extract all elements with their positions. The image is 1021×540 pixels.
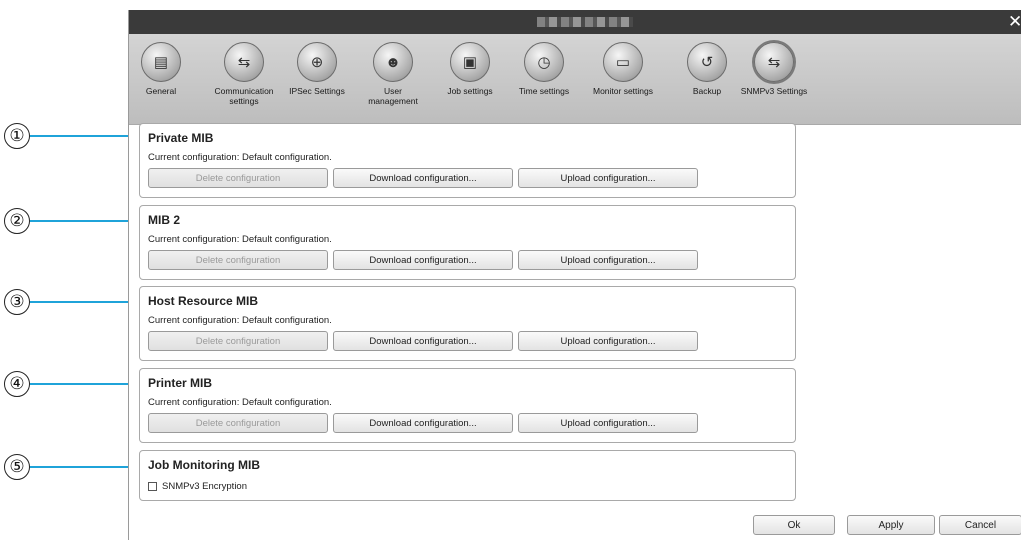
download-configuration-button[interactable]: Download configuration...: [333, 168, 513, 188]
delete-configuration-button[interactable]: Delete configuration: [148, 168, 328, 188]
tool-communication-settings[interactable]: ⇆ Communication settings: [204, 42, 284, 106]
tool-snmpv3-settings[interactable]: ⇆ SNMPv3 Settings: [734, 42, 814, 96]
delete-configuration-button[interactable]: Delete configuration: [148, 413, 328, 433]
cancel-button[interactable]: Cancel: [939, 515, 1021, 535]
current-configuration-text: Current configuration: Default configura…: [148, 234, 332, 245]
download-configuration-button[interactable]: Download configuration...: [333, 413, 513, 433]
current-configuration-text: Current configuration: Default configura…: [148, 315, 332, 326]
close-icon[interactable]: ✕: [1008, 12, 1021, 32]
tool-user-management[interactable]: ☻ User management: [353, 42, 433, 106]
tool-general[interactable]: ▤ General: [121, 42, 201, 96]
panel-title: Job Monitoring MIB: [148, 458, 260, 472]
general-icon: ▤: [141, 42, 181, 82]
callout-1: ①: [4, 123, 30, 149]
panel-title: Private MIB: [148, 131, 214, 145]
tool-monitor-settings[interactable]: ▭ Monitor settings: [583, 42, 663, 96]
title-bar: ✕: [129, 10, 1021, 34]
panel-title: MIB 2: [148, 213, 181, 227]
tool-time-settings[interactable]: ◷ Time settings: [504, 42, 584, 96]
snmpv3-encryption-checkbox[interactable]: [148, 482, 157, 491]
callout-line-1: [30, 135, 138, 137]
snmpv3-encryption-option[interactable]: SNMPv3 Encryption: [148, 481, 247, 492]
callout-line-3: [30, 301, 138, 303]
monitor-icon: ▭: [603, 42, 643, 82]
tool-job-settings[interactable]: ▣ Job settings: [430, 42, 510, 96]
panel-printer-mib: Printer MIB Current configuration: Defau…: [139, 368, 796, 443]
delete-configuration-button[interactable]: Delete configuration: [148, 331, 328, 351]
job-settings-icon: ▣: [450, 42, 490, 82]
checkbox-label: SNMPv3 Encryption: [162, 481, 248, 492]
callout-5: ⑤: [4, 454, 30, 480]
settings-toolbar: ▤ General ⇆ Communication settings ⊕ IPS…: [129, 34, 1021, 125]
communication-icon: ⇆: [224, 42, 264, 82]
panel-job-monitoring-mib: Job Monitoring MIB SNMPv3 Encryption: [139, 450, 796, 501]
upload-configuration-button[interactable]: Upload configuration...: [518, 413, 698, 433]
apply-button[interactable]: Apply: [847, 515, 935, 535]
tool-ipsec-settings[interactable]: ⊕ IPSec Settings: [277, 42, 357, 96]
ok-button[interactable]: Ok: [753, 515, 835, 535]
delete-configuration-button[interactable]: Delete configuration: [148, 250, 328, 270]
download-configuration-button[interactable]: Download configuration...: [333, 331, 513, 351]
backup-icon: ↺: [687, 42, 727, 82]
snmpv3-icon: ⇆: [754, 42, 794, 82]
panel-title: Printer MIB: [148, 376, 213, 390]
current-configuration-text: Current configuration: Default configura…: [148, 152, 332, 163]
tool-label: General: [145, 86, 177, 96]
tool-label: SNMPv3 Settings: [740, 86, 808, 96]
callout-2: ②: [4, 208, 30, 234]
panel-mib-2: MIB 2 Current configuration: Default con…: [139, 205, 796, 280]
tool-label: Time settings: [518, 86, 570, 96]
tool-label: Monitor settings: [593, 86, 653, 96]
tool-label: User management: [368, 86, 418, 106]
tool-label: Job settings: [447, 86, 493, 96]
upload-configuration-button[interactable]: Upload configuration...: [518, 331, 698, 351]
panel-host-resource-mib: Host Resource MIB Current configuration:…: [139, 286, 796, 361]
ipsec-icon: ⊕: [297, 42, 337, 82]
upload-configuration-button[interactable]: Upload configuration...: [518, 168, 698, 188]
download-configuration-button[interactable]: Download configuration...: [333, 250, 513, 270]
callout-line-2: [30, 220, 138, 222]
blurred-window-title: [537, 17, 633, 27]
settings-window: ✕ ▤ General ⇆ Communication settings ⊕ I…: [128, 10, 1021, 540]
upload-configuration-button[interactable]: Upload configuration...: [518, 250, 698, 270]
callout-line-4: [30, 383, 138, 385]
callout-4: ④: [4, 371, 30, 397]
tool-label: IPSec Settings: [289, 86, 345, 96]
panel-private-mib: Private MIB Current configuration: Defau…: [139, 123, 796, 198]
clock-icon: ◷: [524, 42, 564, 82]
tool-label: Communication settings: [214, 86, 274, 106]
current-configuration-text: Current configuration: Default configura…: [148, 397, 332, 408]
user-management-icon: ☻: [373, 42, 413, 82]
callout-line-5: [30, 466, 138, 468]
callout-3: ③: [4, 289, 30, 315]
panel-title: Host Resource MIB: [148, 294, 259, 308]
